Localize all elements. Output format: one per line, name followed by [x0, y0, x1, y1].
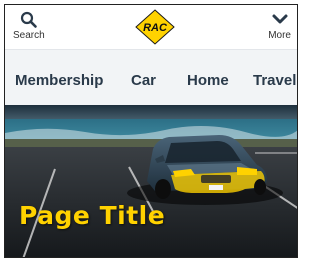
search-label: Search — [13, 30, 45, 41]
site-header: Search RAC More — [5, 5, 297, 49]
logo-text: RAC — [143, 22, 168, 34]
nav-item-home[interactable]: Home — [187, 72, 229, 89]
nav-item-travel[interactable]: Travel — [253, 72, 296, 89]
chevron-down-icon — [272, 14, 288, 24]
hero-banner: Page Title — [5, 105, 297, 257]
nav-item-car[interactable]: Car — [131, 72, 156, 89]
page-title: Page Title — [19, 201, 166, 230]
search-button[interactable]: Search — [13, 11, 45, 41]
search-icon — [20, 11, 37, 28]
page-frame: Search RAC More Membership Car Home Trav… — [4, 4, 298, 258]
more-button[interactable]: More — [268, 11, 291, 41]
hero-image — [5, 105, 297, 257]
nav-item-membership[interactable]: Membership — [15, 72, 103, 89]
more-label: More — [268, 30, 291, 41]
rac-logo[interactable]: RAC — [135, 9, 175, 45]
main-nav: Membership Car Home Travel — [5, 49, 297, 106]
